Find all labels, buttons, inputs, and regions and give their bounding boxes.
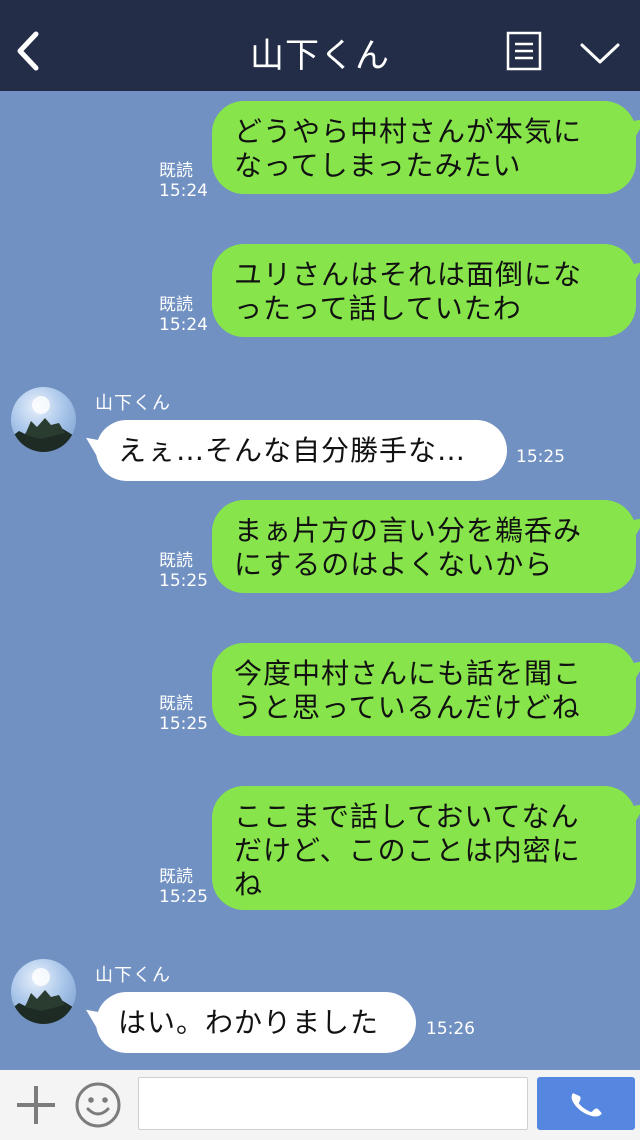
avatar[interactable] [11, 387, 76, 452]
message-line: はい。わかりました [118, 1006, 380, 1039]
notes-button[interactable] [506, 31, 542, 71]
notes-icon [506, 31, 542, 71]
message-line: うと思っているんだけどね [234, 691, 581, 724]
message-line: ね [234, 868, 264, 901]
incoming-message: 山下くん えぇ…そんな自分勝手な… 15:25 [0, 387, 640, 487]
message-line: ここまで話しておいてなん [234, 800, 580, 833]
chat-title: 山下くん [250, 36, 390, 76]
read-receipt: 既読 15:24 [159, 295, 208, 335]
outgoing-message: 既読 15:25 まぁ片方の言い分を鵜呑み にするのはよくないから [0, 500, 640, 595]
message-input[interactable] [138, 1077, 528, 1130]
incoming-message: 山下くん はい。わかりました 15:26 [0, 959, 640, 1059]
outgoing-message: 既読 15:25 ここまで話しておいてなん だけど、このことは内密に ね [0, 786, 640, 912]
read-receipt: 既読 15:25 [159, 694, 208, 734]
message-line: 今度中村さんにも話を聞こ [234, 657, 583, 690]
input-bar [0, 1070, 640, 1140]
message-line: なってしまったみたい [234, 149, 522, 182]
message-time: 15:26 [426, 1019, 475, 1039]
avatar[interactable] [11, 959, 76, 1024]
outgoing-message: 既読 15:25 今度中村さんにも話を聞こ うと思っているんだけどね [0, 643, 640, 738]
message-line: まぁ片方の言い分を鵜呑み [234, 514, 583, 547]
message-line: どうやら中村さんが本気に [234, 115, 583, 148]
tree-avatar-image [11, 968, 76, 1024]
message-bubble[interactable]: えぇ…そんな自分勝手な… [96, 420, 507, 481]
message-line: にするのはよくないから [234, 548, 554, 581]
message-line: ったって話していたわ [234, 292, 522, 325]
phone-icon [571, 1093, 602, 1117]
message-bubble[interactable]: はい。わかりました [96, 992, 416, 1053]
outgoing-message: 既読 15:24 ユリさんはそれは面倒にな ったって話していたわ [0, 244, 640, 339]
emoji-button[interactable] [74, 1081, 122, 1129]
read-receipt: 既読 15:24 [159, 161, 208, 201]
chat-area[interactable]: 既読 15:24 どうやら中村さんが本気に なってしまったみたい 既読 15:24 … [0, 91, 640, 1070]
back-button[interactable] [10, 26, 50, 76]
plus-icon [17, 1086, 55, 1124]
add-button[interactable] [14, 1083, 58, 1127]
read-receipt: 既読 15:25 [159, 867, 208, 907]
read-receipt: 既読 15:25 [159, 551, 208, 591]
message-bubble[interactable]: まぁ片方の言い分を鵜呑み にするのはよくないから [212, 500, 636, 593]
call-button[interactable] [537, 1077, 635, 1130]
message-time: 15:25 [516, 447, 565, 467]
sender-name: 山下くん [95, 393, 171, 414]
message-line: だけど、このことは内密に [234, 834, 581, 867]
emoji-icon [75, 1082, 121, 1128]
message-bubble[interactable]: どうやら中村さんが本気に なってしまったみたい [212, 101, 636, 194]
message-bubble[interactable]: ここまで話しておいてなん だけど、このことは内密に ね [212, 786, 636, 910]
message-bubble[interactable]: ユリさんはそれは面倒にな ったって話していたわ [212, 244, 636, 337]
chat-header: 山下くん [0, 0, 640, 91]
message-line: ユリさんはそれは面倒にな [234, 258, 583, 291]
menu-toggle-button[interactable] [576, 36, 624, 70]
message-line: えぇ…そんな自分勝手な… [118, 434, 467, 467]
tree-avatar-image [11, 396, 76, 452]
chevron-left-icon [17, 31, 39, 71]
chevron-down-icon [580, 43, 620, 64]
outgoing-message: 既読 15:24 どうやら中村さんが本気に なってしまったみたい [0, 101, 640, 201]
message-bubble[interactable]: 今度中村さんにも話を聞こ うと思っているんだけどね [212, 643, 636, 736]
sender-name: 山下くん [95, 965, 171, 986]
